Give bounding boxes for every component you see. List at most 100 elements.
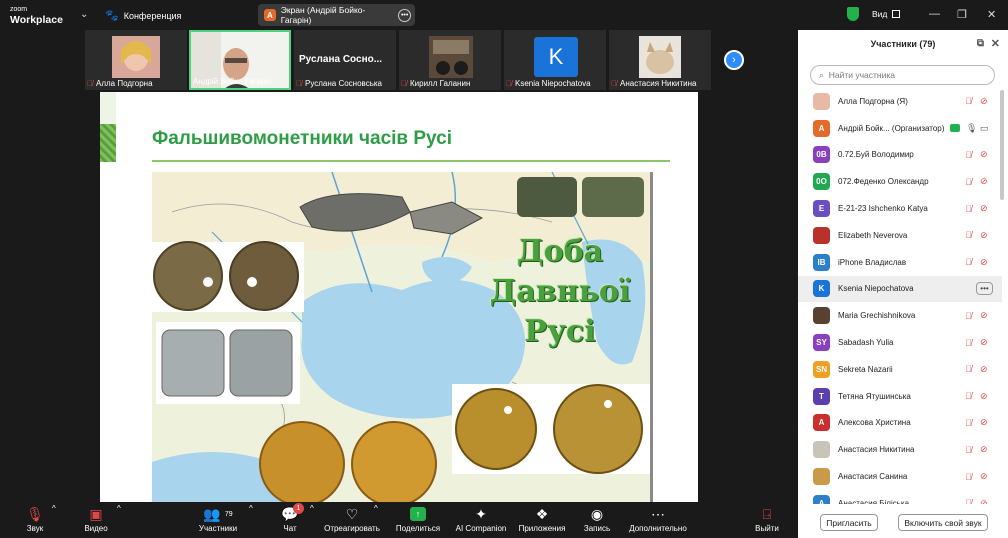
chat-button[interactable]: 💬 1 Чат (276, 503, 304, 533)
camera-off-icon: ▣ (89, 505, 103, 522)
participant-row[interactable]: Алла Подгорна (Я) 🎙̸ ⊘ (798, 88, 1002, 115)
participant-avatar: 0B (813, 146, 830, 164)
participant-row[interactable]: A Алексова Христина 🎙̸ ⊘ (798, 410, 1002, 437)
security-shield-icon[interactable] (847, 7, 859, 21)
participant-row[interactable]: SN Sekreta Nazarii 🎙̸ ⊘ (798, 356, 1002, 383)
search-icon: ⌕ (819, 69, 824, 80)
participant-row[interactable]: Анастасия Никитина 🎙̸ ⊘ (798, 436, 1002, 463)
camera-off-icon: ⊘ (980, 95, 988, 106)
audio-button[interactable]: 🎙 Звук (20, 504, 50, 534)
mic-off-icon: 🎙̸ (965, 203, 972, 214)
mic-off-icon: 🎙̸ (965, 257, 972, 268)
participant-name: 072.Феденко Олександр (838, 177, 929, 187)
video-tile-label: 🎙̸ Кирилл Галанин (401, 79, 470, 88)
camera-off-icon: ⊘ (980, 256, 988, 267)
participant-row[interactable]: Maria Grechishnikova 🎙̸ ⊘ (798, 302, 1002, 329)
participant-row[interactable]: А Андрій Бойк... (Организатор) 🎙 ▭ (798, 115, 1002, 142)
screen-share-tab[interactable]: А Экран (Андрій Бойко-Гагарін) ••• (258, 4, 415, 26)
audio-label: Звук (26, 524, 44, 533)
camera-off-icon: ⊘ (980, 203, 988, 214)
slide-decoration-pattern (100, 124, 116, 162)
chat-options-caret[interactable]: ^ (310, 504, 314, 513)
react-options-caret[interactable]: ^ (374, 504, 378, 513)
participant-list-scrollbar[interactable] (1000, 90, 1004, 200)
video-tile[interactable]: Руслана Сосно... 🎙̸ Руслана Сосновська (294, 30, 396, 90)
participant-row[interactable]: Elizabeth Neverova 🎙̸ ⊘ (798, 222, 1002, 249)
participant-row[interactable]: 0O 072.Феденко Олександр 🎙̸ ⊘ (798, 168, 1002, 195)
apps-button[interactable]: ❖ Приложения (516, 504, 568, 534)
more-options-icon[interactable]: ••• (398, 8, 411, 22)
video-button[interactable]: ▣ Видео (78, 504, 114, 534)
react-button[interactable]: ♡ Отреагировать (322, 504, 382, 534)
view-button[interactable]: Вид (872, 9, 887, 19)
participant-row[interactable]: Анастасия Санина 🎙̸ ⊘ (798, 463, 1002, 490)
gallery-next-button[interactable]: › (724, 50, 744, 70)
slide-edge-rule (650, 172, 653, 502)
ai-companion-button[interactable]: ✦ AI Companion (454, 504, 508, 534)
video-tile[interactable]: K 🎙̸ Ksenia Niepochatova (504, 30, 606, 90)
logo-line-2: Workplace (10, 14, 63, 26)
meeting-info-button[interactable]: 🐾 Конференция (105, 9, 181, 22)
share-label: Поделиться (395, 524, 441, 533)
leave-label: Выйти (755, 524, 779, 533)
invite-button[interactable]: Пригласить (820, 514, 878, 531)
unmute-self-button[interactable]: Включить свой звук (898, 514, 988, 531)
mic-off-icon: 🎙̸ (965, 498, 972, 504)
participant-row[interactable]: 0B 0.72.Буй Володимир 🎙̸ ⊘ (798, 142, 1002, 169)
participant-search-input[interactable]: ⌕ Найти участника (810, 65, 995, 85)
participant-avatar (813, 92, 830, 110)
mic-off-icon: 🎙̸ (87, 79, 93, 88)
paw-icon: 🐾 (105, 10, 119, 22)
apps-icon: ❖ (535, 505, 549, 522)
minimize-icon[interactable]: — (929, 8, 940, 20)
participant-name: iPhone Владислав (838, 257, 907, 267)
participant-avatar: SY (813, 334, 830, 352)
camera-off-icon: ⊘ (980, 229, 988, 240)
participant-row[interactable]: T Тетяна Ятушинська 🎙̸ ⊘ (798, 383, 1002, 410)
chevron-down-icon[interactable]: ⌄ (80, 9, 88, 20)
participant-row[interactable]: K Ksenia Niepochatova ••• (798, 275, 1002, 303)
video-tile-active[interactable]: Андрій Бойко-Гагарін (189, 30, 291, 90)
title-bar-right (798, 0, 1008, 30)
participant-avatar: 0O (813, 173, 830, 191)
record-button[interactable]: ◉ Запись (580, 504, 614, 534)
participant-more-button[interactable]: ••• (976, 282, 993, 296)
video-tile[interactable]: 🎙̸ Кирилл Галанин (399, 30, 501, 90)
video-tile[interactable]: 🎙̸ Алла Подгорна (85, 30, 187, 90)
participant-row[interactable]: SY Sabadash Yulia 🎙̸ ⊘ (798, 329, 1002, 356)
participant-row[interactable]: E E-21-23 Ishchenko Katya 🎙̸ ⊘ (798, 195, 1002, 222)
video-tile-label: 🎙̸ Ksenia Niepochatova (506, 79, 591, 88)
mic-off-icon: 🎙̸ (296, 79, 302, 88)
share-screen-button[interactable]: ↑ Поделиться (394, 504, 442, 533)
more-label: Дополнительно (629, 524, 687, 533)
mic-off-icon: 🎙̸ (965, 176, 972, 187)
close-icon[interactable]: ✕ (987, 8, 996, 21)
participant-avatar (813, 307, 830, 325)
close-panel-icon[interactable]: ✕ (991, 37, 1000, 50)
participant-avatar: IB (813, 253, 830, 271)
participant-row[interactable]: A Анастасия Біліська 🎙̸ ⊘ (798, 490, 1002, 504)
participants-button[interactable]: 👥 79 Участники (192, 504, 244, 534)
camera-off-icon: ⊘ (980, 176, 988, 187)
mic-off-icon: 🎙̸ (401, 79, 407, 88)
view-grid-icon[interactable] (892, 10, 900, 18)
video-options-caret[interactable]: ^ (117, 504, 121, 513)
zoom-window: zoom Workplace ⌄ 🐾 Конференция А Экран (… (0, 0, 1008, 538)
video-tile[interactable]: 🎙̸ Анастасия Никитина (609, 30, 711, 90)
pop-out-icon[interactable]: ⧉ (977, 38, 984, 49)
participant-avatar: A (813, 494, 830, 504)
share-screen-icon: ↑ (394, 504, 442, 524)
leave-button[interactable]: ⍈ Выйти (751, 504, 783, 534)
tile-name: Алла Подгорна (96, 79, 153, 88)
audio-options-caret[interactable]: ^ (52, 504, 56, 513)
participant-name: Maria Grechishnikova (838, 311, 916, 321)
participants-options-caret[interactable]: ^ (249, 504, 253, 513)
more-button[interactable]: ⋯ Дополнительно (626, 504, 690, 534)
participant-row[interactable]: IB iPhone Владислав 🎙̸ ⊘ (798, 249, 1002, 276)
tile-name: Руслана Сосновська (305, 79, 382, 88)
restore-icon[interactable]: ❐ (957, 8, 967, 21)
chat-unread-badge: 1 (293, 503, 304, 514)
participants-count: 79 (224, 510, 233, 518)
camera-off-icon: ⊘ (980, 149, 988, 160)
participant-name: Алексова Христина (838, 418, 911, 428)
